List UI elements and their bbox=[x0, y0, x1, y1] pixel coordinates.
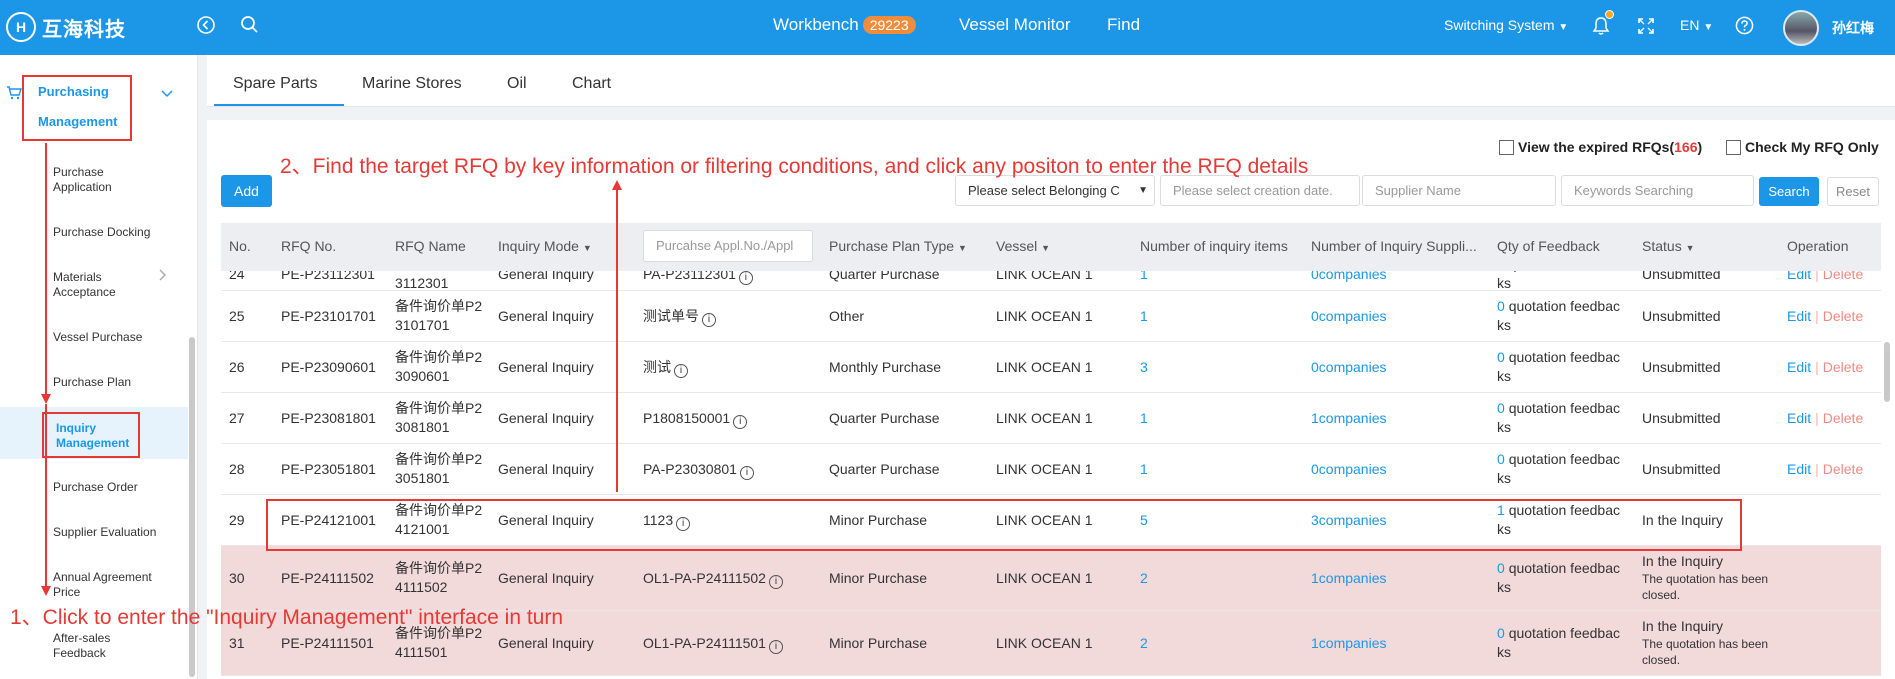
annotation-step-2: 2、Find the target RFQ by key information… bbox=[280, 155, 1309, 178]
annotation-step-1: 1、Click to enter the "Inquiry Management… bbox=[10, 606, 564, 629]
annotation-arrows bbox=[41, 143, 622, 596]
